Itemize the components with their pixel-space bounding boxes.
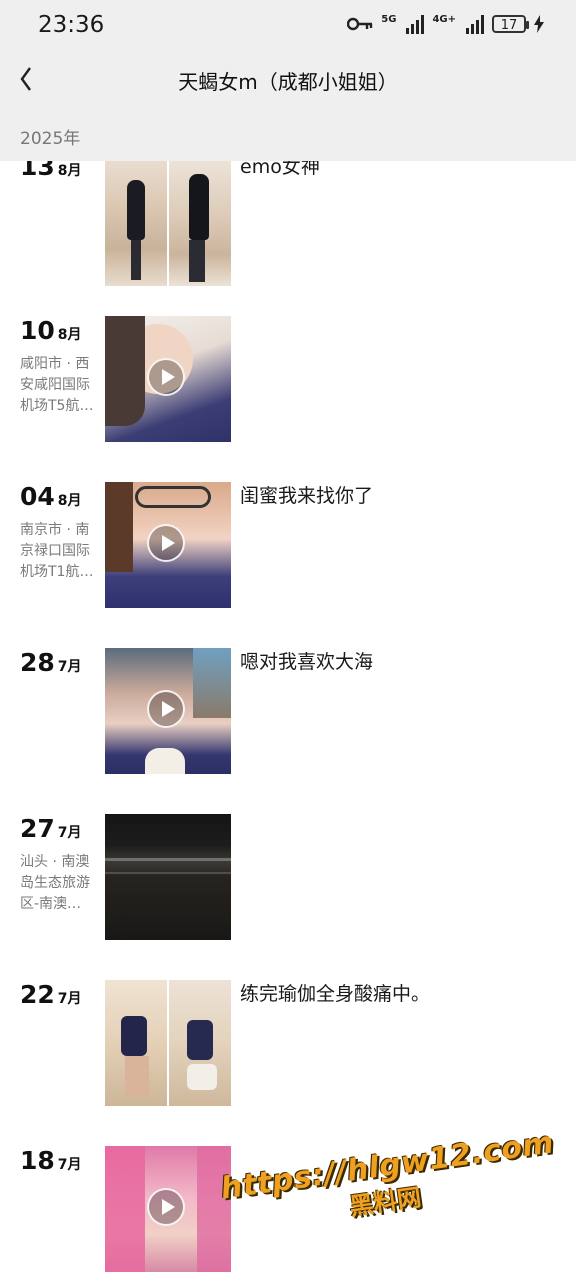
photo-thumbnail[interactable] <box>105 161 231 286</box>
year-header: 2025年 <box>0 106 576 161</box>
entry-month: 7月 <box>57 659 82 675</box>
entry-date: 04 8月 <box>20 482 82 511</box>
entry-location: 汕头 · 南澳岛生态旅游区-南澳… <box>20 854 90 912</box>
status-icons: 5G 4G+ 17 <box>347 14 544 34</box>
entry-caption: 闺蜜我来找你了 <box>240 485 374 507</box>
battery-icon: 17 <box>492 15 529 33</box>
signal-icon <box>406 14 425 34</box>
entry-caption: 嗯对我喜欢大海 <box>240 651 374 673</box>
play-icon[interactable] <box>147 358 185 396</box>
photo-thumbnail[interactable] <box>105 814 231 940</box>
signal-icon <box>466 14 484 34</box>
entry-caption: 练完瑜伽全身酸痛中。 <box>240 983 431 1005</box>
play-icon[interactable] <box>147 1188 185 1226</box>
video-thumbnail[interactable] <box>105 316 231 442</box>
entry-date: 22 7月 <box>20 980 82 1009</box>
entry-month: 8月 <box>57 163 82 179</box>
video-thumbnail[interactable] <box>105 648 231 774</box>
entry-date: 28 7月 <box>20 648 82 677</box>
entry-month: 7月 <box>57 825 82 841</box>
moments-feed: 13 8月 emo女神 10 8月 咸阳市 · 西安咸阳国际机场T5航… 04 … <box>0 161 576 1280</box>
entry-caption: emo女神 <box>240 161 320 178</box>
entry-month: 8月 <box>57 493 82 509</box>
entry-day: 27 <box>20 814 55 843</box>
year-label: 2025年 <box>20 129 81 149</box>
status-time: 23:36 <box>38 12 105 38</box>
entry-location: 咸阳市 · 西安咸阳国际机场T5航… <box>20 356 94 414</box>
play-icon[interactable] <box>147 690 185 728</box>
charging-icon <box>534 15 544 33</box>
network-5g-label: 5G <box>381 14 397 25</box>
entry-month: 7月 <box>57 991 82 1007</box>
play-icon[interactable] <box>147 524 185 562</box>
key-icon <box>347 17 373 31</box>
entry-month: 8月 <box>57 327 82 343</box>
entry-day: 18 <box>20 1146 55 1175</box>
entry-day: 10 <box>20 316 55 345</box>
entry-date: 27 7月 <box>20 814 82 843</box>
entry-day: 22 <box>20 980 55 1009</box>
entry-date: 10 8月 <box>20 316 82 345</box>
entry-date: 13 8月 <box>20 161 82 181</box>
moment-entry[interactable]: 27 7月 汕头 · 南澳岛生态旅游区-南澳… <box>0 814 576 942</box>
video-thumbnail[interactable] <box>105 1146 231 1272</box>
moment-entry[interactable]: 10 8月 咸阳市 · 西安咸阳国际机场T5航… <box>0 316 576 444</box>
photo-thumbnail[interactable] <box>105 980 231 1106</box>
moment-entry[interactable]: 13 8月 emo女神 <box>0 161 576 288</box>
entry-day: 04 <box>20 482 55 511</box>
moment-entry[interactable]: 28 7月 嗯对我喜欢大海 <box>0 648 576 776</box>
moment-entry[interactable]: 04 8月 南京市 · 南京禄口国际机场T1航… 闺蜜我来找你了 <box>0 482 576 610</box>
video-thumbnail[interactable] <box>105 482 231 608</box>
entry-date: 18 7月 <box>20 1146 82 1175</box>
entry-month: 7月 <box>57 1157 82 1173</box>
network-4g-label: 4G+ <box>432 14 456 25</box>
entry-location: 南京市 · 南京禄口国际机场T1航… <box>20 522 94 580</box>
entry-day: 28 <box>20 648 55 677</box>
page-title: 天蝎女m（成都小姐姐） <box>178 70 398 94</box>
moment-entry[interactable]: 22 7月 练完瑜伽全身酸痛中。 <box>0 980 576 1108</box>
status-bar: 23:36 5G 4G+ 17 <box>0 0 576 54</box>
entry-day: 13 <box>20 161 55 181</box>
nav-bar: 天蝎女m（成都小姐姐） <box>0 54 576 106</box>
